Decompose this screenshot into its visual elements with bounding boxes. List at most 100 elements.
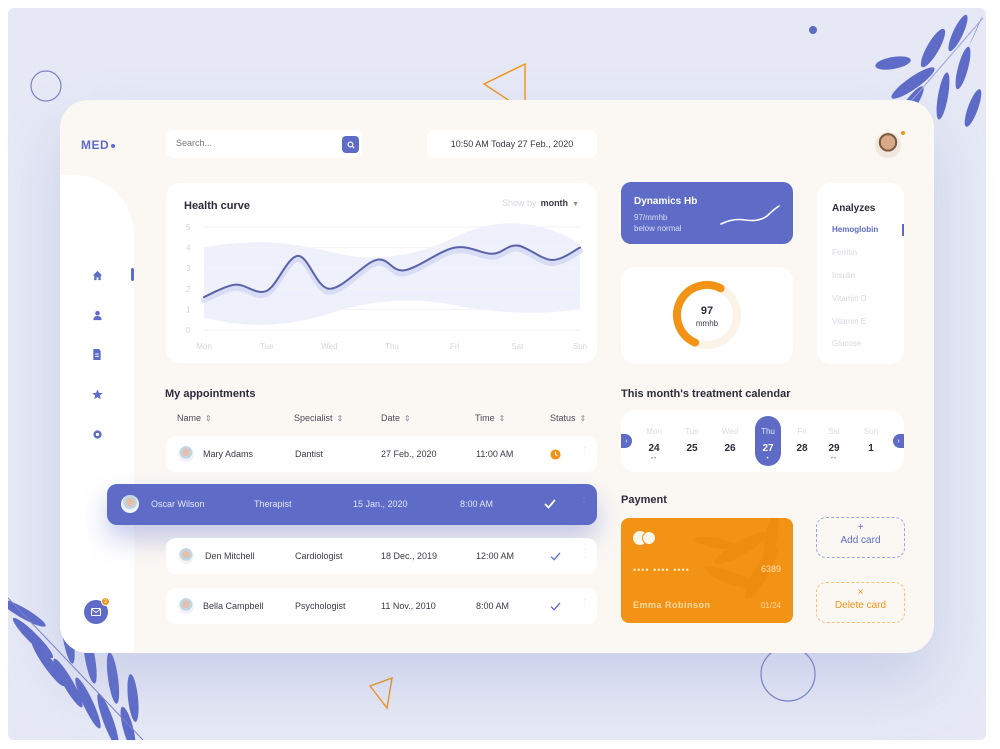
- appointment-time: 8:00 AM: [476, 601, 510, 611]
- add-card-button[interactable]: + Add card: [816, 517, 905, 558]
- sort-icon: ⇕: [498, 414, 506, 423]
- day-date: 1: [868, 443, 874, 454]
- x-tick-label: Thu: [385, 342, 399, 351]
- appointment-time: 11:00 AM: [476, 449, 514, 459]
- appointment-time: 12:00 AM: [476, 551, 515, 561]
- appointment-row[interactable]: Den Mitchell Cardiologist 18 Dec., 2019 …: [166, 538, 597, 574]
- more-options-icon[interactable]: ⋮: [580, 548, 590, 559]
- y-tick-label: 2: [186, 285, 191, 294]
- sidebar-item-home[interactable]: [89, 267, 105, 283]
- y-tick-label: 4: [186, 244, 191, 253]
- check-icon: [544, 499, 556, 509]
- home-icon: [92, 270, 102, 280]
- user-avatar[interactable]: [875, 132, 901, 158]
- mail-icon: [91, 608, 101, 616]
- calendar-day[interactable]: Mon 24 ••: [641, 410, 667, 472]
- calendar-day-selected[interactable]: Thu 27 •: [755, 410, 781, 472]
- status-pending: [548, 447, 562, 461]
- column-header-date[interactable]: Date ⇕: [381, 413, 411, 423]
- y-tick-label: 1: [186, 305, 191, 314]
- more-options-icon[interactable]: ⋮: [580, 598, 590, 609]
- dynamics-hb-card[interactable]: Dynamics Hb 97/mmhb below normal: [621, 182, 793, 244]
- x-tick-label: Wed: [321, 342, 337, 351]
- card-holder: Emma Robinson: [633, 600, 711, 610]
- sidebar-item-documents[interactable]: [89, 346, 105, 362]
- day-date: 28: [796, 443, 808, 454]
- logo-text: MED: [81, 138, 110, 152]
- gear-icon: [92, 429, 102, 439]
- more-options-icon[interactable]: ⋮: [579, 497, 589, 508]
- appointment-row-selected[interactable]: Oscar Wilson Therapist 15 Jan., 2020 8:0…: [107, 484, 597, 525]
- sidebar-item-profile[interactable]: [89, 307, 105, 323]
- day-name: Sun: [863, 427, 879, 436]
- search-icon: [346, 140, 355, 149]
- search-input[interactable]: [176, 138, 326, 148]
- doctor-avatar: [178, 548, 194, 564]
- column-header-specialist[interactable]: Specialist ⇕: [294, 413, 343, 423]
- appointment-name: Bella Campbell: [203, 601, 264, 611]
- doctor-avatar: [178, 598, 194, 614]
- appointment-date: 15 Jan., 2020: [353, 499, 408, 509]
- more-options-icon[interactable]: ⋮: [580, 446, 590, 457]
- card-brand-icon-overlap: [642, 531, 656, 545]
- calendar-day[interactable]: Sat 29 ••: [821, 410, 847, 472]
- column-header-name[interactable]: Name ⇕: [177, 413, 212, 423]
- calendar-day[interactable]: Wed 26: [717, 410, 743, 472]
- card-number-masked: •••• •••• ••••: [633, 565, 690, 575]
- appointment-row[interactable]: Bella Campbell Psychologist 11 Nov., 201…: [166, 588, 597, 624]
- day-events: •: [766, 456, 770, 462]
- sort-icon: ⇕: [205, 414, 212, 423]
- appointment-row[interactable]: Mary Adams Dantist 27 Feb., 2020 11:00 A…: [166, 436, 597, 472]
- day-events: ••: [650, 456, 658, 462]
- column-header-status[interactable]: Status ⇕: [550, 413, 586, 423]
- appointment-date: 27 Feb., 2020: [381, 449, 437, 459]
- close-icon: ×: [857, 587, 864, 598]
- messages-badge: 2: [101, 597, 110, 606]
- doctor-avatar: [178, 446, 194, 462]
- calendar-next-button[interactable]: ›: [893, 434, 904, 448]
- x-tick-label: Sat: [511, 342, 524, 351]
- user-status-dot: [901, 131, 905, 135]
- calendar-prev-button[interactable]: ‹: [621, 434, 632, 448]
- appointment-name: Mary Adams: [203, 449, 254, 459]
- column-label: Date: [381, 413, 401, 423]
- appointment-date: 18 Dec., 2019: [381, 551, 438, 561]
- x-tick-label: Sun: [573, 342, 587, 351]
- day-name: Wed: [721, 427, 739, 436]
- day-name: Sat: [827, 427, 840, 436]
- analyzes-item-vitamin-d[interactable]: Vitamin D: [832, 294, 867, 303]
- current-datetime: 10:50 AM Today 27 Feb., 2020: [427, 130, 597, 158]
- column-header-time[interactable]: Time ⇕: [475, 413, 505, 423]
- day-events: ••: [830, 456, 838, 462]
- dashboard-window: MED 2 10:50 AM Today 27 Feb., 2020 Healt…: [60, 100, 934, 653]
- sidebar: [60, 175, 134, 653]
- status-done: [543, 497, 557, 511]
- plus-icon: +: [857, 522, 864, 533]
- analyzes-item-vitamin-e[interactable]: Vitamin E: [832, 317, 866, 326]
- payment-card[interactable]: •••• •••• •••• 6389 Emma Robinson 01/24: [621, 518, 793, 623]
- calendar-day[interactable]: Tue 25: [679, 410, 705, 472]
- appointment-name: Den Mitchell: [205, 551, 255, 561]
- clock-icon: [549, 448, 561, 460]
- status-done: [548, 549, 562, 563]
- app-logo[interactable]: MED: [81, 138, 116, 152]
- gauge-value: 97: [700, 305, 714, 317]
- sidebar-item-settings[interactable]: [89, 426, 105, 442]
- document-icon: [93, 348, 101, 360]
- analyzes-item-ferritin[interactable]: Ferritin: [832, 248, 857, 257]
- delete-card-button[interactable]: × Delete card: [816, 582, 905, 623]
- health-chart: 0 1 2 3 4 5 Mon Tue Wed Thu Fri Sat Sun: [186, 223, 587, 351]
- search-button[interactable]: [342, 136, 359, 153]
- calendar-day[interactable]: Sun 1: [858, 410, 884, 472]
- analyzes-item-hemoglobin[interactable]: Hemoglobin: [832, 225, 878, 234]
- analyzes-title: Analyzes: [832, 203, 876, 214]
- analyzes-item-insulin[interactable]: Insulin: [832, 271, 855, 280]
- analyzes-item-glucose[interactable]: Glucose: [832, 339, 861, 348]
- treatment-calendar: ‹ Mon 24 •• Tue 25 Wed 26 Thu 27 • Fri 28 Sat 29…: [621, 410, 904, 472]
- y-tick-label: 3: [186, 264, 191, 273]
- sidebar-item-favorites[interactable]: [89, 386, 105, 402]
- calendar-day[interactable]: Fri 28: [789, 410, 815, 472]
- day-name: Mon: [646, 427, 662, 436]
- x-tick-label: Tue: [260, 342, 274, 351]
- doctor-avatar: [121, 495, 139, 513]
